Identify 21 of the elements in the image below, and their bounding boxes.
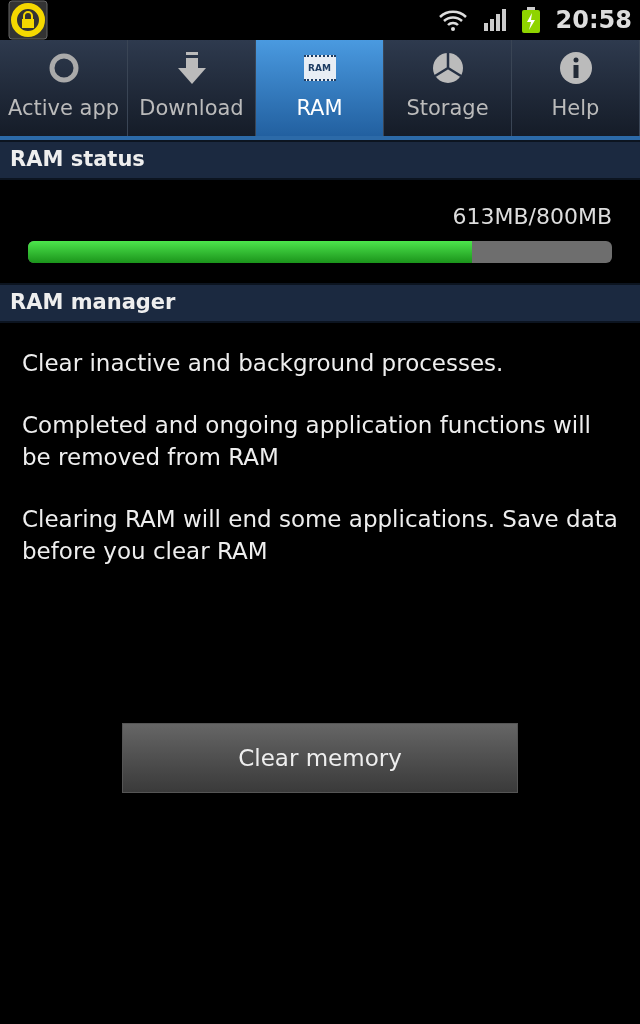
- pie-chart-icon: [431, 52, 464, 85]
- ring-icon: [47, 52, 80, 85]
- info-icon: [559, 52, 592, 85]
- info-paragraph: Clear inactive and background processes.: [22, 349, 505, 378]
- section-header: RAM manager: [0, 283, 640, 323]
- section-header: RAM status: [0, 140, 640, 180]
- signal-icon: [483, 9, 506, 31]
- wifi-icon: [437, 8, 468, 32]
- battery-charging-icon: [521, 7, 540, 33]
- memory-chip-icon: RAM: [303, 55, 336, 82]
- lock-app-icon[interactable]: [8, 0, 48, 40]
- info-paragraph: Clearing RAM will end some applications. Save data before you clear RAM: [22, 505, 618, 566]
- tab[interactable]: Help: [512, 40, 640, 136]
- info-paragraph: Completed and ongoing application functions will be removed from RAM: [22, 411, 592, 472]
- tab[interactable]: RAM RAM: [256, 40, 384, 136]
- tab[interactable]: Storage: [384, 40, 512, 136]
- clock-time: 20:58: [555, 5, 632, 36]
- clear-memory-button[interactable]: Clear memory: [122, 723, 518, 793]
- memory-usage-reading: 613MB/800MB: [452, 204, 612, 229]
- download-arrow-icon: [177, 52, 206, 85]
- tab[interactable]: Active app: [0, 40, 128, 136]
